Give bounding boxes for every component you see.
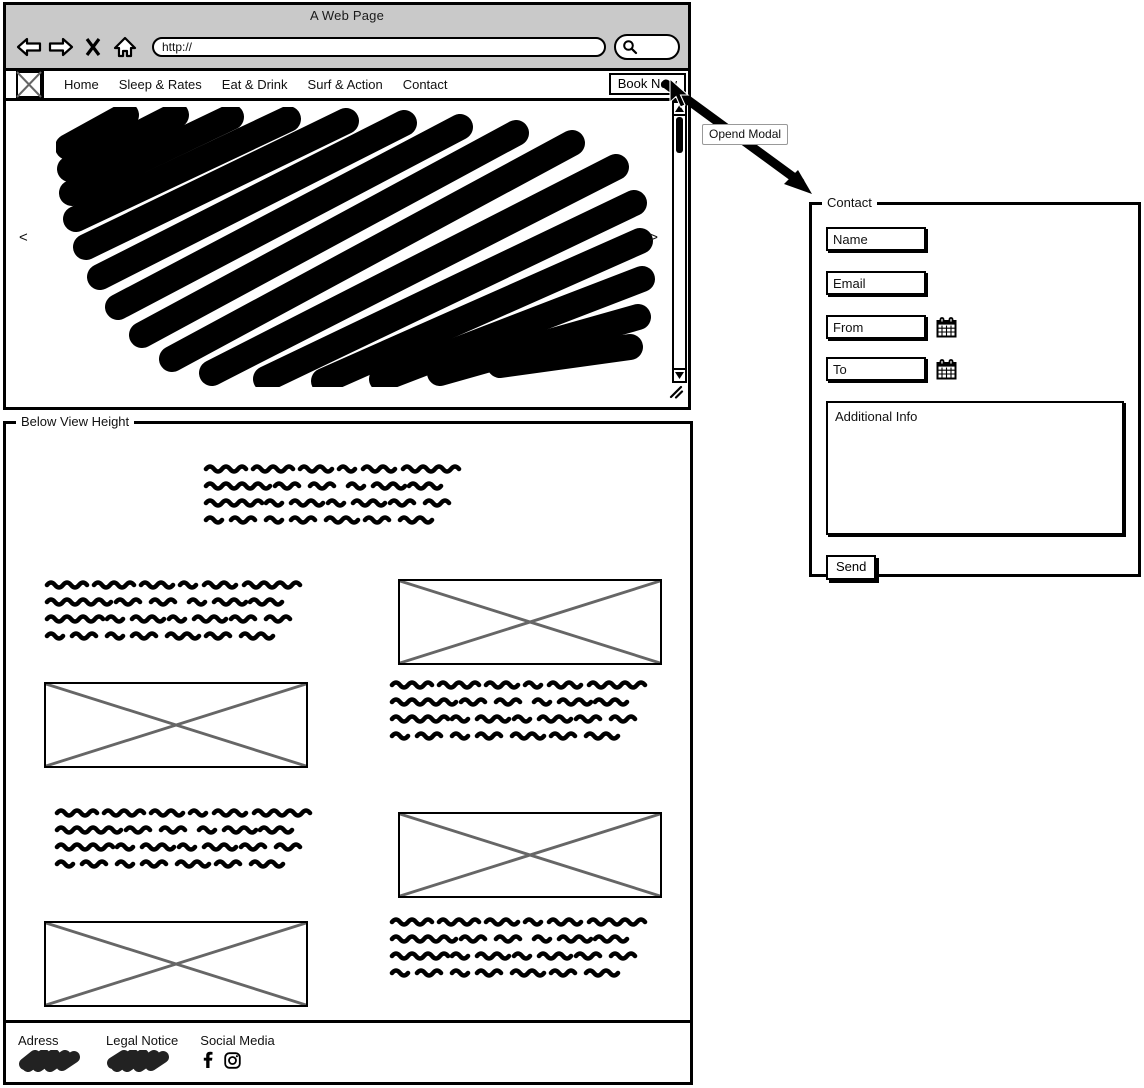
- nav-item-eat-drink[interactable]: Eat & Drink: [222, 77, 288, 92]
- footer-column-legal-notice: Legal Notice: [106, 1033, 178, 1077]
- nav-links: Home Sleep & Rates Eat & Drink Surf & Ac…: [64, 77, 448, 92]
- carousel-next-arrow[interactable]: >: [649, 229, 658, 246]
- browser-chrome: A Web Page http://: [6, 5, 688, 71]
- block3-text: [54, 808, 313, 869]
- book-now-button[interactable]: Book Now: [608, 73, 686, 95]
- social-icon-list: [200, 1051, 274, 1074]
- contact-modal: Contact Name Email From To Additional In…: [809, 195, 1141, 580]
- from-field-value: From: [833, 319, 864, 335]
- footer-social-media-title: Social Media: [200, 1033, 275, 1048]
- footer-adress-title: Adress: [18, 1033, 59, 1048]
- from-date-field[interactable]: From: [826, 315, 926, 339]
- footer-column-social-media: Social Media: [200, 1033, 275, 1074]
- vertical-scrollbar[interactable]: [672, 101, 687, 383]
- browser-window: A Web Page http:// Home Sleep & Rates Ea…: [3, 2, 691, 410]
- footer-adress-scribble: [19, 1049, 80, 1072]
- calendar-icon[interactable]: [936, 358, 957, 380]
- nav-item-surf-action[interactable]: Surf & Action: [308, 77, 383, 92]
- search-icon: [623, 40, 638, 55]
- facebook-icon[interactable]: [200, 1051, 214, 1074]
- to-date-field[interactable]: To: [826, 357, 926, 381]
- block4-image[interactable]: [398, 812, 662, 898]
- url-input[interactable]: http://: [152, 37, 606, 57]
- site-navigation-bar: Home Sleep & Rates Eat & Drink Surf & Ac…: [6, 70, 688, 101]
- calendar-icon[interactable]: [936, 316, 957, 338]
- additional-info-textarea[interactable]: Additional Info: [826, 401, 1124, 535]
- home-icon[interactable]: [110, 33, 140, 61]
- block1-text: [44, 580, 303, 641]
- nav-item-home[interactable]: Home: [64, 77, 99, 92]
- nav-item-contact[interactable]: Contact: [403, 77, 448, 92]
- scrollbar-down-button[interactable]: [674, 368, 685, 381]
- hero-carousel: < >: [6, 101, 688, 401]
- browser-title: A Web Page: [309, 8, 385, 23]
- back-arrow-icon[interactable]: [14, 33, 44, 61]
- search-input[interactable]: [614, 34, 680, 60]
- annotation-tooltip: Opend Modal: [702, 124, 789, 145]
- block1-image[interactable]: [44, 682, 308, 768]
- send-button[interactable]: Send: [826, 555, 877, 580]
- nav-item-sleep-rates[interactable]: Sleep & Rates: [119, 77, 202, 92]
- browser-toolbar: http://: [6, 27, 688, 67]
- wireframe-canvas: A Web Page http:// Home Sleep & Rates Ea…: [0, 0, 1144, 1088]
- from-field-row: From: [826, 315, 1124, 357]
- url-text: http://: [162, 40, 193, 54]
- forward-arrow-icon[interactable]: [46, 33, 76, 61]
- email-field[interactable]: Email: [826, 271, 926, 295]
- additional-info-value: Additional Info: [835, 409, 918, 424]
- footer-column-adress: Adress: [18, 1033, 84, 1077]
- carousel-prev-arrow[interactable]: <: [19, 229, 28, 246]
- block2-image[interactable]: [398, 579, 662, 665]
- block4-text: [389, 917, 648, 978]
- below-view-height-legend: Below View Height: [16, 414, 135, 429]
- close-x-icon[interactable]: [78, 33, 108, 61]
- footer-legal-notice-scribble: [107, 1049, 169, 1072]
- name-field[interactable]: Name: [826, 227, 926, 251]
- name-field-value: Name: [833, 231, 868, 247]
- logo-image-placeholder[interactable]: [16, 70, 44, 99]
- email-field-value: Email: [833, 275, 866, 291]
- modal-legend: Contact: [822, 195, 877, 210]
- below-view-height-panel: Below View Height Adress Legal Notice So…: [3, 414, 693, 1085]
- site-footer: Adress Legal Notice Social Media: [6, 1020, 690, 1082]
- window-resize-grip[interactable]: [669, 385, 685, 399]
- to-field-value: To: [833, 361, 847, 377]
- block2-text: [389, 680, 648, 741]
- footer-columns: Adress Legal Notice Social Media: [18, 1033, 690, 1077]
- block3-image[interactable]: [44, 921, 308, 1007]
- footer-legal-notice-title: Legal Notice: [106, 1033, 179, 1048]
- scrollbar-thumb[interactable]: [676, 117, 683, 153]
- modal-body: Name Email From To Additional Info Send: [812, 205, 1138, 592]
- scrollbar-up-button[interactable]: [674, 103, 685, 116]
- intro-text: [203, 464, 462, 525]
- hero-image-scribble: [56, 107, 655, 387]
- instagram-icon[interactable]: [224, 1051, 241, 1074]
- to-field-row: To: [826, 357, 1124, 399]
